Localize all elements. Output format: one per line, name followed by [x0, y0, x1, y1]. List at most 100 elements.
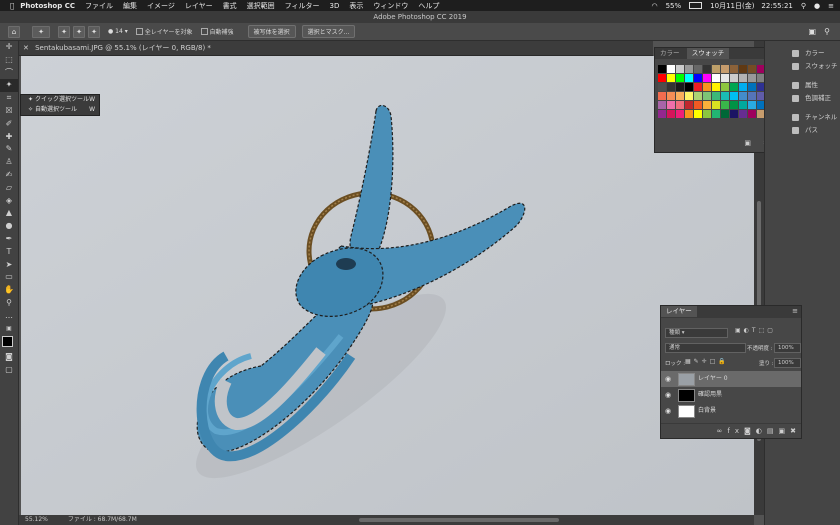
swatch[interactable] [712, 92, 720, 100]
swatch[interactable] [667, 65, 675, 73]
mask-icon[interactable]: ◙ [744, 427, 756, 435]
home-icon[interactable]: ⌂ [8, 25, 20, 38]
eyedropper-tool-icon[interactable]: ✐ [0, 118, 18, 131]
quick-mask-icon[interactable]: ◙ [0, 351, 18, 364]
swatch[interactable] [667, 83, 675, 91]
crop-tool-icon[interactable]: ⌗ [0, 92, 18, 105]
layer-name[interactable]: レイヤー 0 [698, 371, 728, 387]
link-icon[interactable]: ∞ [717, 427, 728, 435]
move-tool-icon[interactable]: ✛ [0, 41, 18, 54]
swatch[interactable] [658, 83, 666, 91]
dodge-tool-icon[interactable]: ● [0, 220, 18, 233]
new-selection-icon[interactable]: ✦ [58, 25, 70, 38]
swatch[interactable] [658, 110, 666, 118]
layer-row[interactable]: ◉ 確認用黒 [661, 387, 801, 403]
path-selection-tool-icon[interactable]: ➤ [0, 259, 18, 272]
fx-icon[interactable]: fx [727, 427, 744, 435]
dock-adjustments[interactable]: 色調補正 [765, 92, 840, 105]
swatch[interactable] [703, 83, 711, 91]
more-tools-icon[interactable]: … [0, 310, 18, 323]
new-swatch-icon[interactable]: ▣ [744, 139, 751, 147]
subtract-selection-icon[interactable]: ✦ [88, 25, 100, 38]
foreground-color[interactable] [2, 336, 13, 348]
swatch[interactable] [730, 110, 738, 118]
swatch[interactable] [703, 74, 711, 82]
swatch[interactable] [685, 74, 693, 82]
document-canvas[interactable] [21, 56, 754, 515]
select-and-mask-button[interactable]: 選択とマスク... [301, 25, 356, 38]
swatch[interactable] [658, 74, 666, 82]
swatch[interactable] [667, 92, 675, 100]
pen-tool-icon[interactable]: ✒ [0, 233, 18, 246]
menu-list-icon[interactable]: ≡ [828, 2, 834, 10]
dock-swatches[interactable]: スウォッチ [765, 60, 840, 73]
swatch[interactable] [658, 65, 666, 73]
swatch[interactable] [676, 101, 684, 109]
swatch[interactable] [712, 110, 720, 118]
swatch[interactable] [694, 110, 702, 118]
lasso-tool-icon[interactable]: ⌒ [0, 67, 18, 80]
layer-row[interactable]: ◉ 白背景 [661, 403, 801, 419]
menu-app-name[interactable]: Photoshop CC [20, 2, 75, 10]
swatch[interactable] [739, 74, 747, 82]
brush-tool-icon[interactable]: ✎ [0, 143, 18, 156]
swatch[interactable] [712, 101, 720, 109]
swatch[interactable] [694, 92, 702, 100]
layer-name[interactable]: 確認用黒 [698, 387, 722, 403]
swatch[interactable] [748, 110, 756, 118]
paint-bucket-tool-icon[interactable]: ◈ [0, 195, 18, 208]
swatch[interactable] [739, 92, 747, 100]
swatch[interactable] [685, 101, 693, 109]
swatch[interactable] [748, 65, 756, 73]
dock-color[interactable]: カラー [765, 47, 840, 60]
swatch[interactable] [676, 83, 684, 91]
swatch[interactable] [694, 101, 702, 109]
zoom-tool-icon[interactable]: ⚲ [0, 297, 18, 310]
menu-type[interactable]: 書式 [223, 1, 237, 11]
menu-layer[interactable]: レイヤー [185, 1, 213, 11]
menu-edit[interactable]: 編集 [123, 1, 137, 11]
battery-percent[interactable]: 55% [666, 2, 682, 10]
swatch[interactable] [730, 74, 738, 82]
swatch[interactable] [748, 83, 756, 91]
swatch[interactable] [703, 65, 711, 73]
lock-icons[interactable]: ▦✎✛□🔒 [685, 358, 729, 365]
layer-row[interactable]: ◉ レイヤー 0 [661, 371, 801, 387]
visibility-eye-icon[interactable]: ◉ [665, 375, 671, 383]
datetime[interactable]: 10月11日(金) 22:55:21 [710, 1, 793, 11]
workspace-icon[interactable]: ▣ [808, 27, 816, 36]
swatch[interactable] [721, 83, 729, 91]
wifi-icon[interactable]: ◠ [651, 2, 657, 10]
menu-help[interactable]: ヘルプ [418, 1, 439, 11]
swatch[interactable] [739, 65, 747, 73]
search-tool-icon[interactable]: ⚲ [824, 27, 830, 36]
default-colors-icon[interactable]: ▣ [0, 323, 18, 336]
swatch[interactable] [721, 101, 729, 109]
group-icon[interactable]: ▤ [767, 427, 779, 435]
auto-enhance-checkbox[interactable] [200, 28, 208, 35]
close-tab-icon[interactable]: ✕ [23, 44, 29, 52]
siri-icon[interactable]: ● [814, 2, 820, 10]
swatch[interactable] [676, 110, 684, 118]
clone-stamp-tool-icon[interactable]: ♙ [0, 156, 18, 169]
color-swatches[interactable] [0, 335, 18, 353]
apple-icon[interactable]:  [10, 2, 14, 10]
swatch[interactable] [694, 74, 702, 82]
menu-image[interactable]: イメージ [147, 1, 175, 11]
flyout-item-quick-selection[interactable]: ✦ クイック選択ツール W [21, 95, 99, 105]
horizontal-scroll-thumb[interactable] [359, 518, 559, 522]
swatch[interactable] [748, 74, 756, 82]
dock-properties[interactable]: 属性 [765, 79, 840, 92]
menu-filter[interactable]: フィルター [285, 1, 320, 11]
swatch[interactable] [712, 74, 720, 82]
swatch[interactable] [748, 101, 756, 109]
swatch[interactable] [667, 101, 675, 109]
layer-name[interactable]: 白背景 [698, 403, 716, 419]
swatch[interactable] [730, 83, 738, 91]
sample-all-layers-checkbox[interactable] [135, 28, 143, 35]
add-selection-icon[interactable]: ✦ [73, 25, 85, 38]
swatch[interactable] [730, 92, 738, 100]
menu-view[interactable]: 表示 [349, 1, 363, 11]
filter-icons[interactable]: ▣◐T⬚▢ [735, 327, 776, 334]
fill-field[interactable]: 100% [774, 358, 801, 368]
